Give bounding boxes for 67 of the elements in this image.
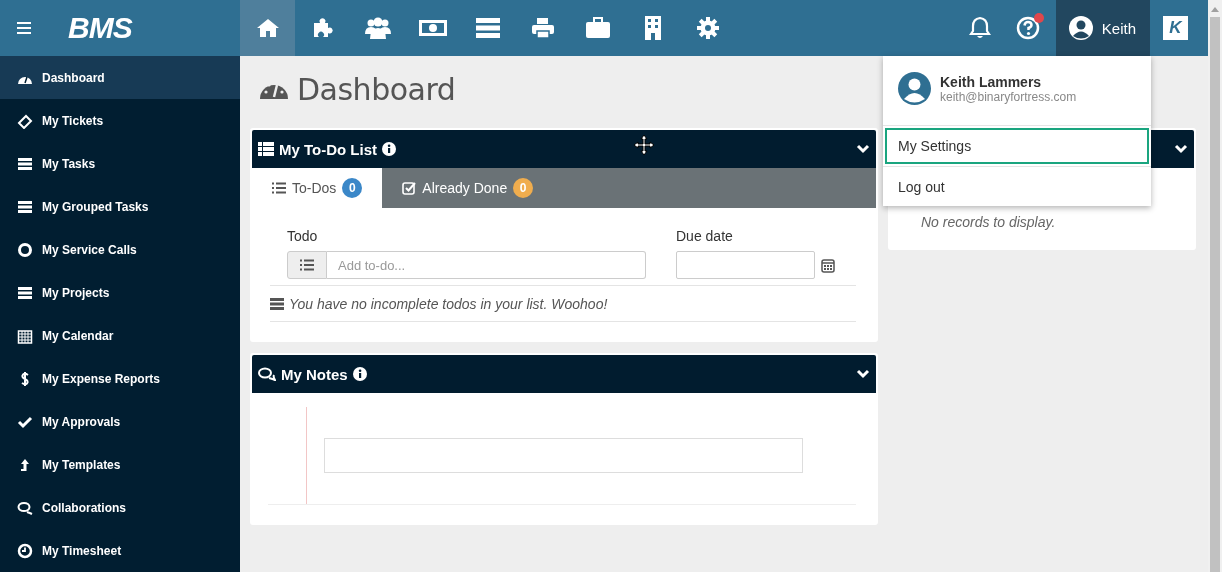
- app-logo[interactable]: BMS: [68, 11, 132, 45]
- info-icon: [352, 367, 367, 381]
- info-icon: [382, 142, 397, 156]
- sidebar-item[interactable]: Collaborations: [0, 486, 240, 529]
- empty-message: You have no incomplete todos in your list. Woohoo!: [289, 295, 608, 312]
- sidebar-item[interactable]: My Expense Reports: [0, 357, 240, 400]
- sidebar-item[interactable]: My Grouped Tasks: [0, 185, 240, 228]
- list-icon: [270, 297, 284, 310]
- chevron-down-icon[interactable]: [856, 144, 870, 154]
- checkbox-icon: [402, 181, 417, 195]
- count-badge: 0: [513, 178, 534, 198]
- sidebar-item[interactable]: My Templates: [0, 443, 240, 486]
- sidebar-item[interactable]: My Projects: [0, 271, 240, 314]
- clock-icon: [17, 542, 33, 559]
- sidebar-item[interactable]: My Service Calls: [0, 228, 240, 271]
- people-icon: [363, 17, 392, 39]
- sidebar-item[interactable]: Dashboard: [0, 56, 240, 99]
- note-input[interactable]: [324, 438, 803, 473]
- due-date-input[interactable]: [676, 251, 815, 279]
- widget-title: My To-Do List: [279, 140, 378, 158]
- sidebar-item[interactable]: My Calendar: [0, 314, 240, 357]
- list-icon: [300, 259, 314, 271]
- banknote-icon: [417, 18, 448, 38]
- ticket-icon: [17, 112, 33, 129]
- user-menu-button[interactable]: Keith: [1055, 0, 1150, 56]
- calendar-icon: [17, 327, 33, 344]
- todo-input[interactable]: Add to-do...: [327, 251, 646, 279]
- briefcase-icon: [584, 17, 611, 39]
- tab[interactable]: Already Done 0: [382, 168, 554, 208]
- printer-icon: [530, 17, 555, 39]
- settings-icon: [696, 17, 719, 39]
- field-label: Todo: [287, 228, 319, 244]
- page-title: Dashboard: [297, 71, 456, 107]
- sidebar-item[interactable]: My Approvals: [0, 400, 240, 443]
- building-icon: [643, 15, 662, 41]
- sidebar-item[interactable]: My Tasks: [0, 142, 240, 185]
- list-icon: [258, 142, 274, 156]
- bell-icon: [968, 16, 991, 40]
- chevron-down-icon[interactable]: [856, 369, 870, 379]
- move-cursor-icon: [633, 134, 655, 156]
- app-logo[interactable]: K: [1163, 16, 1188, 40]
- help-icon: [1015, 16, 1040, 40]
- list-icon: [17, 284, 33, 301]
- home-icon: [255, 18, 280, 38]
- user-avatar-icon: [898, 72, 931, 105]
- list-icon: [272, 182, 286, 194]
- menu-item[interactable]: My Settings: [883, 126, 1151, 166]
- menu-item[interactable]: Log out: [883, 166, 1151, 206]
- chevron-down-icon[interactable]: [1174, 144, 1188, 154]
- menu-icon[interactable]: [16, 21, 32, 35]
- list-icon: [17, 198, 33, 215]
- puzzle-icon: [311, 17, 334, 39]
- user-name: Keith Lammers: [940, 73, 1043, 90]
- list-button[interactable]: [287, 251, 327, 279]
- field-label: Due date: [676, 228, 733, 244]
- sidebar-item[interactable]: My Tickets: [0, 99, 240, 142]
- server-icon: [474, 17, 501, 39]
- nav-button[interactable]: [240, 0, 295, 56]
- sidebar-item[interactable]: My Timesheet: [0, 529, 240, 572]
- user-email: keith@binaryfortress.com: [940, 89, 1077, 104]
- user-avatar-icon: [1067, 15, 1094, 41]
- count-badge: 0: [342, 178, 363, 198]
- empty-message: No records to display.: [921, 214, 1056, 230]
- list-icon: [17, 155, 33, 172]
- calendar-icon[interactable]: [821, 257, 835, 273]
- widget-title: My Notes: [281, 365, 348, 383]
- tab[interactable]: To-Dos 0: [252, 168, 383, 208]
